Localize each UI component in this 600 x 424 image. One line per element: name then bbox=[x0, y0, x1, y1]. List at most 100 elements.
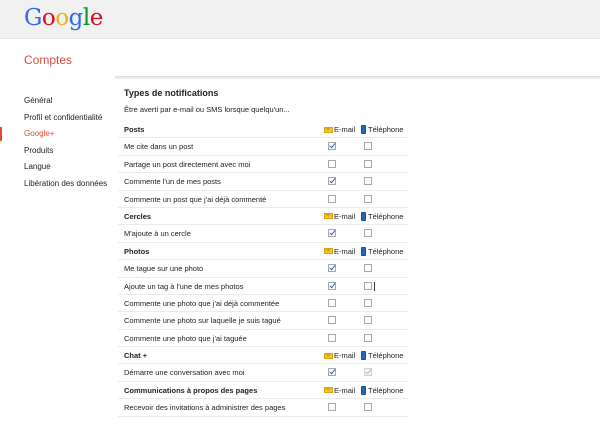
text-cursor bbox=[374, 281, 375, 291]
email-column-label: E-mail bbox=[334, 385, 356, 395]
section-title: Cercles bbox=[124, 211, 152, 221]
header-divider bbox=[115, 76, 600, 79]
email-column-label: E-mail bbox=[334, 351, 356, 361]
sidebar-item-profil-et-confidentialit-[interactable]: Profil et confidentialité bbox=[0, 110, 112, 127]
notification-label: Démarre une conversation avec moi bbox=[124, 368, 245, 378]
page-header: Comptes bbox=[0, 40, 600, 78]
notification-settings: Posts E-mail Téléphone Me cite dans un post… bbox=[118, 121, 408, 417]
section-title: Posts bbox=[124, 125, 145, 134]
section-header-row: Photos E-mail Téléphone bbox=[118, 243, 408, 261]
notification-label: Commente une photo sur laquelle je suis … bbox=[124, 316, 281, 326]
notification-label: M'ajoute à un cercle bbox=[124, 229, 191, 239]
notification-label: Commente l'un de mes posts bbox=[124, 177, 221, 187]
phone-checkbox[interactable] bbox=[364, 316, 372, 325]
section-header-row: Communications à propos des pages E-mail T… bbox=[118, 382, 408, 400]
notification-row: Commente un post que j'ai déjà commenté bbox=[118, 191, 408, 208]
sidebar-item-lib-ration-des-donn-es[interactable]: Libération des données bbox=[0, 176, 112, 193]
section-heading: Types de notifications bbox=[124, 88, 219, 98]
sidebar-item-produits[interactable]: Produits bbox=[0, 143, 112, 160]
notification-row: Me cite dans un post bbox=[118, 138, 408, 156]
notification-row: Commente une photo que j'ai déjà comment… bbox=[118, 295, 408, 313]
phone-checkbox[interactable] bbox=[364, 403, 372, 412]
email-checkbox[interactable] bbox=[328, 264, 336, 273]
phone-checkbox bbox=[364, 368, 372, 377]
notification-row: Me tague sur une photo bbox=[118, 260, 408, 278]
logo-letter: o bbox=[41, 5, 56, 31]
mail-icon bbox=[324, 387, 333, 394]
email-checkbox[interactable] bbox=[328, 159, 336, 168]
phone-checkbox[interactable] bbox=[364, 142, 372, 151]
phone-column-header: Téléphone bbox=[361, 347, 403, 364]
phone-column-header: Téléphone bbox=[361, 382, 403, 399]
logo-letter: e bbox=[89, 5, 104, 31]
section-title: Chat + bbox=[124, 351, 148, 361]
phone-checkbox[interactable] bbox=[364, 194, 372, 203]
section-description: Être averti par e-mail ou SMS lorsque qu… bbox=[124, 105, 290, 114]
email-column-header: E-mail bbox=[324, 382, 355, 399]
phone-icon bbox=[361, 211, 366, 221]
email-checkbox[interactable] bbox=[328, 316, 336, 325]
notification-label: Partage un post directement avec moi bbox=[124, 159, 251, 169]
email-column-label: E-mail bbox=[334, 211, 356, 221]
sidebar-item-g-n-ral[interactable]: Général bbox=[0, 93, 112, 110]
email-column-header: E-mail bbox=[324, 121, 355, 138]
phone-icon bbox=[361, 385, 366, 395]
email-checkbox[interactable] bbox=[328, 177, 336, 186]
phone-column-label: Téléphone bbox=[368, 246, 404, 256]
top-bar: Google bbox=[0, 0, 600, 39]
phone-checkbox[interactable] bbox=[364, 159, 372, 168]
notification-row: Démarre une conversation avec moi bbox=[118, 364, 408, 382]
notification-label: Recevoir des invitations à administrer d… bbox=[124, 403, 286, 413]
logo-letter: g bbox=[68, 5, 84, 31]
phone-checkbox[interactable] bbox=[364, 281, 372, 290]
notification-label: Me tague sur une photo bbox=[124, 264, 204, 274]
email-checkbox[interactable] bbox=[328, 333, 336, 342]
notification-row: Partage un post directement avec moi bbox=[118, 156, 408, 174]
phone-column-header: Téléphone bbox=[361, 208, 403, 225]
notification-label: Commente un post que j'ai déjà commenté bbox=[124, 194, 267, 204]
notification-row: Commente une photo sur laquelle je suis … bbox=[118, 312, 408, 330]
section-header-row: Posts E-mail Téléphone bbox=[118, 121, 408, 139]
phone-checkbox[interactable] bbox=[364, 333, 372, 342]
email-column-label: E-mail bbox=[334, 125, 356, 134]
sidebar-item-langue[interactable]: Langue bbox=[0, 159, 112, 176]
phone-checkbox[interactable] bbox=[364, 229, 372, 238]
sidebar-item-googleplus[interactable]: Google+ bbox=[0, 126, 112, 143]
phone-icon bbox=[361, 351, 366, 361]
email-checkbox[interactable] bbox=[328, 194, 336, 203]
phone-column-label: Téléphone bbox=[368, 125, 404, 134]
email-column-label: E-mail bbox=[334, 246, 356, 256]
logo-letter: l bbox=[82, 5, 90, 31]
email-column-header: E-mail bbox=[324, 243, 355, 260]
phone-checkbox[interactable] bbox=[364, 298, 372, 307]
notification-row: Ajoute un tag à l'une de mes photos bbox=[118, 278, 408, 295]
section-header-row: Chat + E-mail Téléphone bbox=[118, 347, 408, 365]
sidebar-nav: Général Profil et confidentialité Google+ P… bbox=[0, 93, 112, 192]
logo-letter: G bbox=[24, 5, 42, 31]
email-checkbox[interactable] bbox=[328, 229, 336, 238]
notification-row: M'ajoute à un cercle bbox=[118, 225, 408, 243]
email-checkbox[interactable] bbox=[328, 142, 336, 151]
notification-row: Commente une photo que j'ai taguée bbox=[118, 330, 408, 348]
section-header-row: Cercles E-mail Téléphone bbox=[118, 208, 408, 226]
section-title: Photos bbox=[124, 246, 150, 256]
email-checkbox[interactable] bbox=[328, 281, 336, 290]
phone-column-label: Téléphone bbox=[368, 385, 404, 395]
phone-checkbox[interactable] bbox=[364, 177, 372, 186]
email-checkbox[interactable] bbox=[328, 298, 336, 307]
google-logo[interactable]: Google bbox=[24, 4, 103, 32]
notification-row: Recevoir des invitations à administrer d… bbox=[118, 399, 408, 417]
page-title: Comptes bbox=[24, 53, 73, 67]
notification-label: Commente une photo que j'ai déjà comment… bbox=[124, 298, 280, 308]
notification-label: Commente une photo que j'ai taguée bbox=[124, 333, 247, 343]
phone-checkbox[interactable] bbox=[364, 264, 372, 273]
email-checkbox[interactable] bbox=[328, 403, 336, 412]
email-column-header: E-mail bbox=[324, 208, 355, 225]
main-content: Types de notifications Être averti par e… bbox=[124, 86, 394, 116]
phone-column-label: Téléphone bbox=[368, 211, 404, 221]
mail-icon bbox=[324, 248, 333, 255]
notification-label: Me cite dans un post bbox=[124, 142, 194, 152]
mail-icon bbox=[324, 126, 333, 133]
email-checkbox[interactable] bbox=[328, 368, 336, 377]
phone-column-header: Téléphone bbox=[361, 243, 403, 260]
